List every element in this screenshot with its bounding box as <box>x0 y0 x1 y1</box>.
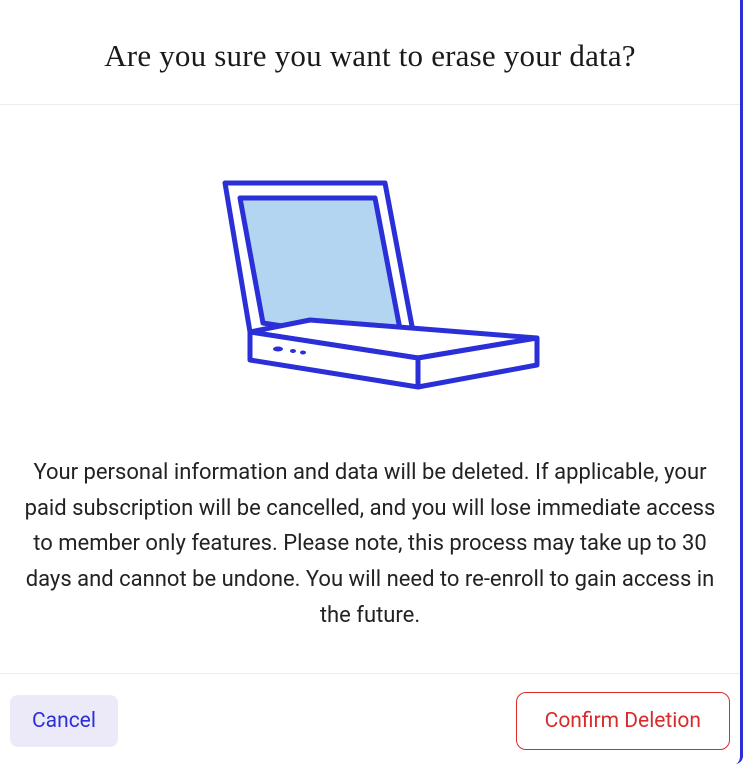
dialog-header: Are you sure you want to erase your data… <box>0 0 740 105</box>
laptop-icon <box>185 165 555 405</box>
dialog-title: Are you sure you want to erase your data… <box>20 38 720 74</box>
dialog-description: Your personal information and data will … <box>0 455 740 673</box>
dialog-footer: Cancel Confirm Deletion <box>0 673 740 764</box>
erase-data-dialog: Are you sure you want to erase your data… <box>0 0 743 764</box>
confirm-deletion-button[interactable]: Confirm Deletion <box>516 692 730 750</box>
laptop-illustration <box>0 105 740 455</box>
cancel-button[interactable]: Cancel <box>10 695 118 747</box>
